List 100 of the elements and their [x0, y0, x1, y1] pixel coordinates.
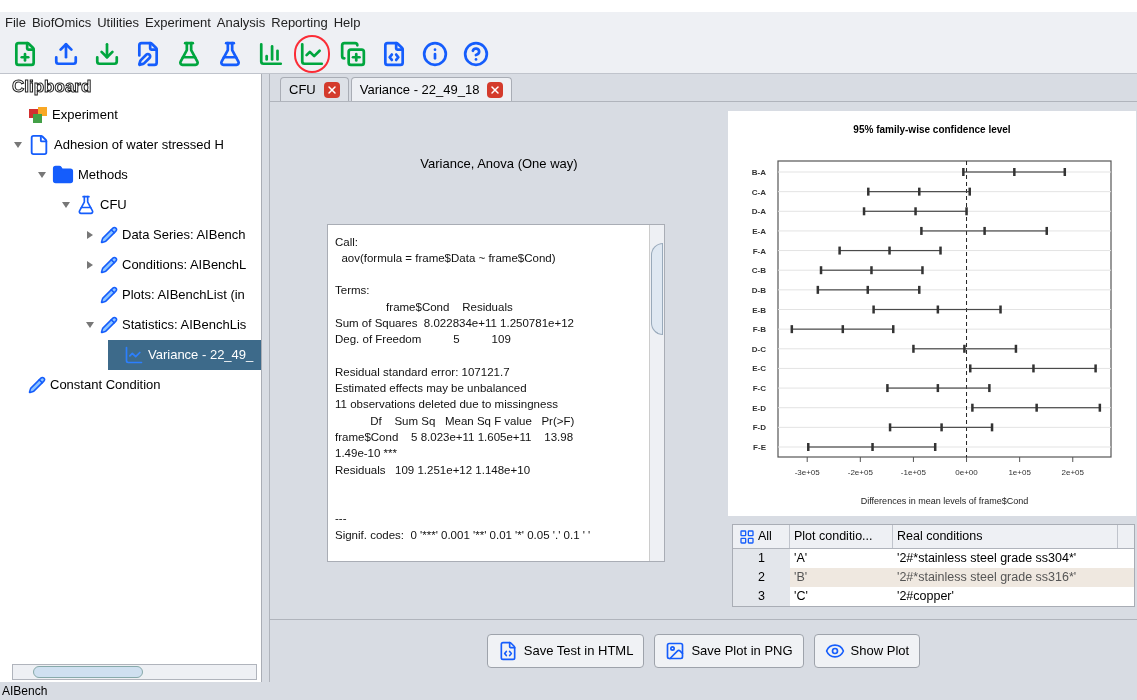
column-header[interactable]: Plot conditio... — [790, 525, 893, 548]
data-point — [1094, 364, 1097, 373]
data-point — [914, 207, 917, 216]
table-row[interactable]: 2 'B' '2#*stainless steel grade ss316*' — [733, 568, 1134, 587]
pencil-icon — [100, 256, 118, 274]
toolbar-button[interactable] — [296, 36, 328, 71]
result-heading: Variance, Anova (One way) — [420, 155, 578, 173]
expanded-arrow-icon[interactable] — [62, 201, 70, 209]
close-icon[interactable] — [323, 81, 340, 98]
tab[interactable]: CFU — [280, 77, 349, 101]
tree-item[interactable]: Constant Condition — [12, 370, 261, 400]
data-point — [1063, 168, 1067, 176]
action-button[interactable]: Save Test in HTML — [486, 634, 645, 668]
data-point — [871, 443, 874, 451]
data-point — [819, 266, 823, 275]
tree-item[interactable]: Adhesion of water stressed H — [12, 130, 261, 160]
data-point — [867, 187, 870, 196]
tab[interactable]: Variance - 22_49_18 — [350, 77, 513, 101]
pencil-icon — [28, 376, 46, 394]
data-point — [918, 187, 921, 196]
data-point — [990, 423, 994, 432]
axis-label: -3e+05 — [794, 468, 820, 477]
tree-item[interactable]: CFU — [60, 190, 261, 220]
menu-item[interactable]: Utilities — [97, 13, 140, 33]
data-point — [965, 207, 968, 216]
flask-icon — [76, 195, 96, 215]
data-point — [983, 226, 986, 235]
axis-label: C-A — [751, 187, 766, 197]
x-axis-title: Differences in mean levels of frame$Cond — [860, 496, 1029, 506]
expanded-arrow-icon[interactable] — [14, 141, 22, 149]
data-point — [918, 285, 921, 294]
data-point — [988, 384, 991, 393]
data-point — [870, 266, 873, 275]
copy-icon — [340, 40, 366, 67]
data-point — [1045, 226, 1048, 235]
axis-label: 0e+00 — [955, 468, 978, 477]
data-point — [838, 246, 841, 255]
tree-item[interactable]: Plots: AIBenchList (in — [84, 280, 261, 310]
line-chart-icon — [124, 345, 144, 365]
data-point — [1032, 364, 1035, 373]
data-point — [1098, 403, 1102, 412]
menu-item[interactable]: File — [5, 13, 26, 33]
menu-item[interactable]: Experiment — [145, 13, 211, 33]
axis-label: -1e+05 — [900, 468, 926, 477]
flask-icon — [217, 40, 243, 67]
data-point — [999, 305, 1002, 314]
expanded-arrow-icon[interactable] — [86, 321, 94, 329]
data-point — [963, 344, 966, 353]
line-chart-icon — [299, 40, 325, 67]
table-cell-text: 'A' — [793, 550, 809, 567]
edit-file-icon — [135, 40, 161, 67]
code-file-icon — [381, 40, 407, 67]
column-header[interactable]: All — [758, 527, 772, 546]
column-header[interactable]: Real conditions — [893, 525, 1118, 548]
image-icon — [665, 641, 686, 661]
collapsed-arrow-icon[interactable] — [86, 261, 94, 269]
data-point — [1014, 344, 1018, 353]
data-point — [892, 325, 895, 334]
data-point — [962, 168, 965, 176]
tree-item[interactable]: Experiment — [12, 100, 261, 130]
action-button[interactable]: Save Plot in PNG — [654, 634, 804, 668]
axis-label: F-C — [752, 384, 766, 394]
table-cell-text: 'B' — [793, 569, 809, 586]
data-point — [969, 364, 972, 373]
close-icon[interactable] — [487, 81, 504, 98]
axis-label: E-B — [752, 305, 766, 315]
data-point — [933, 443, 937, 451]
pencil-icon — [100, 286, 118, 304]
download-icon — [94, 40, 120, 67]
data-point — [1035, 403, 1038, 412]
info-icon — [422, 40, 448, 67]
tree-item[interactable]: Conditions: AIBenchL — [84, 250, 261, 280]
cubes-icon — [28, 106, 48, 124]
axis-label: F-D — [752, 423, 766, 433]
tree-item[interactable]: Variance - 22_49_ — [108, 340, 261, 370]
collapsed-arrow-icon[interactable] — [86, 231, 94, 239]
tree-item[interactable]: Methods — [36, 160, 261, 190]
vertical-scrollbar[interactable] — [649, 224, 664, 561]
menu-item[interactable]: Help — [333, 13, 361, 33]
table-cell-text: '2#*stainless steel grade ss304*' — [896, 550, 1078, 567]
menu-item[interactable]: Analysis — [216, 13, 266, 33]
action-button[interactable]: Show Plot — [813, 634, 921, 668]
axis-label: E-A — [752, 226, 766, 236]
row-number: 1 — [733, 549, 790, 568]
data-point — [921, 266, 924, 275]
pencil-icon — [100, 316, 118, 334]
expanded-arrow-icon[interactable] — [38, 171, 46, 179]
horizontal-scrollbar[interactable] — [12, 664, 257, 680]
result-text: Terms: frame$Cond Residuals Sum of Squares 8.022834e+11 1.250781e+12 Deg. of Freedom 5 109 — [335, 283, 575, 348]
grid-icon — [739, 528, 755, 545]
tree-item[interactable]: Statistics: AIBenchLis — [84, 310, 261, 340]
axis-label: F-E — [753, 443, 766, 452]
data-point — [816, 285, 820, 294]
menu-item[interactable]: Reporting — [271, 13, 328, 33]
tree-item[interactable]: Data Series: AIBench — [84, 220, 261, 250]
data-point — [1013, 168, 1016, 176]
row-number: 3 — [733, 587, 790, 606]
data-point — [862, 207, 866, 216]
data-point — [807, 443, 810, 451]
menu-item[interactable]: BiofOmics — [31, 13, 92, 33]
